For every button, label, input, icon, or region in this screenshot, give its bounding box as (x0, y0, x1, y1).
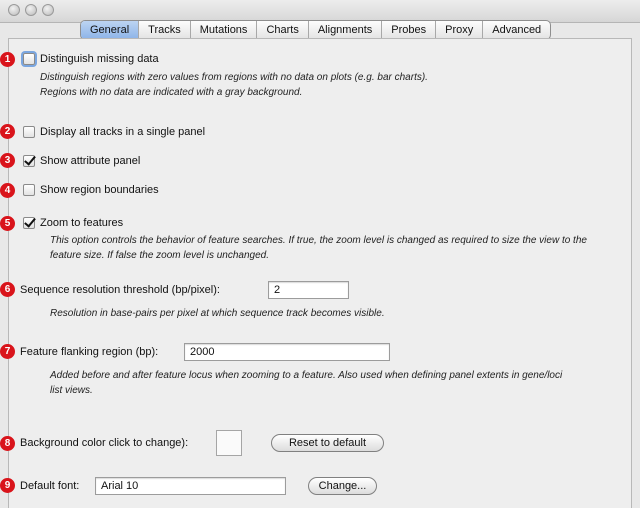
feature-flanking-description: Added before and after feature locus whe… (50, 370, 563, 396)
tab-charts[interactable]: Charts (256, 21, 307, 39)
callout-badge-3: 3 (0, 153, 15, 168)
tab-bar: General Tracks Mutations Charts Alignmen… (80, 20, 552, 40)
default-font-input[interactable]: Arial 10 (95, 477, 286, 495)
close-window-icon[interactable] (8, 4, 20, 16)
sequence-resolution-input[interactable]: 2 (268, 281, 349, 299)
callout-badge-9: 9 (0, 478, 15, 493)
feature-flanking-label: Feature flanking region (bp): (20, 346, 159, 358)
sequence-resolution-description: Resolution in base-pairs per pixel at wh… (50, 308, 385, 319)
callout-badge-7: 7 (0, 344, 15, 359)
callout-badge-1: 1 (0, 52, 15, 67)
distinguish-missing-data-description: Distinguish regions with zero values fro… (40, 72, 428, 98)
tab-proxy[interactable]: Proxy (435, 21, 482, 39)
callout-badge-2: 2 (0, 124, 15, 139)
tab-probes[interactable]: Probes (381, 21, 435, 39)
change-font-button[interactable]: Change... (308, 477, 377, 495)
tab-tracks[interactable]: Tracks (138, 21, 190, 39)
callout-badge-6: 6 (0, 282, 15, 297)
tab-alignments[interactable]: Alignments (307, 21, 381, 39)
callout-badge-5: 5 (0, 216, 15, 231)
feature-flanking-input[interactable]: 2000 (184, 343, 390, 361)
show-attribute-panel-label: Show attribute panel (40, 155, 141, 167)
distinguish-missing-data-checkbox[interactable] (23, 53, 35, 65)
zoom-to-features-description: This option controls the behavior of fea… (50, 235, 587, 261)
show-region-boundaries-label: Show region boundaries (40, 184, 159, 196)
show-region-boundaries-checkbox[interactable] (23, 184, 35, 196)
single-panel-label: Display all tracks in a single panel (40, 126, 206, 138)
single-panel-checkbox[interactable] (23, 126, 35, 138)
tab-advanced[interactable]: Advanced (482, 21, 550, 39)
sequence-resolution-label: Sequence resolution threshold (bp/pixel)… (20, 284, 220, 296)
show-attribute-panel-checkbox[interactable] (23, 155, 35, 167)
default-font-label: Default font: (20, 480, 80, 492)
tab-mutations[interactable]: Mutations (189, 21, 257, 39)
distinguish-missing-data-label: Distinguish missing data (40, 53, 159, 65)
reset-to-default-button[interactable]: Reset to default (271, 434, 384, 452)
background-color-label: Background color click to change): (20, 437, 189, 449)
tab-general[interactable]: General (81, 21, 139, 39)
callout-badge-8: 8 (0, 436, 15, 451)
callout-badge-4: 4 (0, 183, 15, 198)
zoom-to-features-checkbox[interactable] (23, 217, 35, 229)
background-color-swatch[interactable] (216, 430, 242, 456)
zoom-to-features-label: Zoom to features (40, 217, 124, 229)
zoom-window-icon[interactable] (42, 4, 54, 16)
minimize-window-icon[interactable] (25, 4, 37, 16)
